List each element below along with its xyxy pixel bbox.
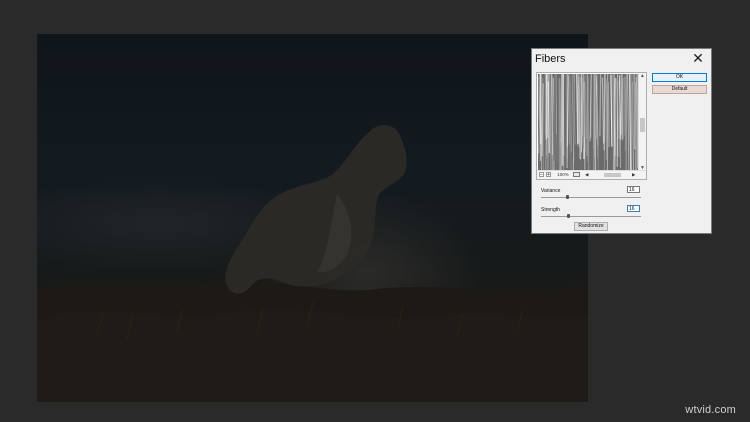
strength-slider-thumb[interactable] <box>566 214 570 218</box>
strength-input[interactable]: 16 <box>627 205 640 212</box>
variance-slider-thumb[interactable] <box>565 195 569 199</box>
dialog-title: Fibers <box>535 53 566 65</box>
zoom-out-button[interactable]: − <box>539 172 544 178</box>
scroll-thumb[interactable] <box>640 118 645 132</box>
ok-button[interactable]: OK <box>652 73 707 82</box>
fibers-texture <box>538 74 639 171</box>
preview-panel: ▲ ▼ − + 100% ◀ ▶ <box>536 72 647 180</box>
randomize-button[interactable]: Randomize <box>574 222 608 231</box>
variance-input[interactable]: 16 <box>627 186 640 193</box>
close-icon[interactable]: ✕ <box>691 51 705 65</box>
dog-photo <box>37 125 588 402</box>
scroll-left-icon[interactable]: ◀ <box>585 172 588 177</box>
scroll-up-icon[interactable]: ▲ <box>639 73 646 79</box>
preview-zoom-bar: − + 100% ◀ ▶ <box>537 170 646 179</box>
image-canvas[interactable] <box>37 34 588 402</box>
horizontal-scroll-thumb[interactable] <box>604 173 621 177</box>
strength-slider-track[interactable] <box>541 216 641 217</box>
default-button[interactable]: Default <box>652 85 707 94</box>
scroll-right-icon[interactable]: ▶ <box>632 172 635 177</box>
watermark: wtvid.com <box>685 404 736 416</box>
zoom-in-button[interactable]: + <box>546 172 551 178</box>
zoom-level: 100% <box>557 172 569 177</box>
fibers-dialog: Fibers ✕ ▲ ▼ − + 100% ◀ ▶ Variance 16 St… <box>531 48 712 234</box>
zoom-dropdown[interactable] <box>573 172 580 177</box>
strength-label: Strength <box>541 207 560 213</box>
fibers-preview[interactable] <box>538 74 639 171</box>
variance-slider-track[interactable] <box>541 197 641 198</box>
preview-vertical-scrollbar[interactable]: ▲ ▼ <box>638 73 646 171</box>
variance-label: Variance <box>541 188 561 194</box>
